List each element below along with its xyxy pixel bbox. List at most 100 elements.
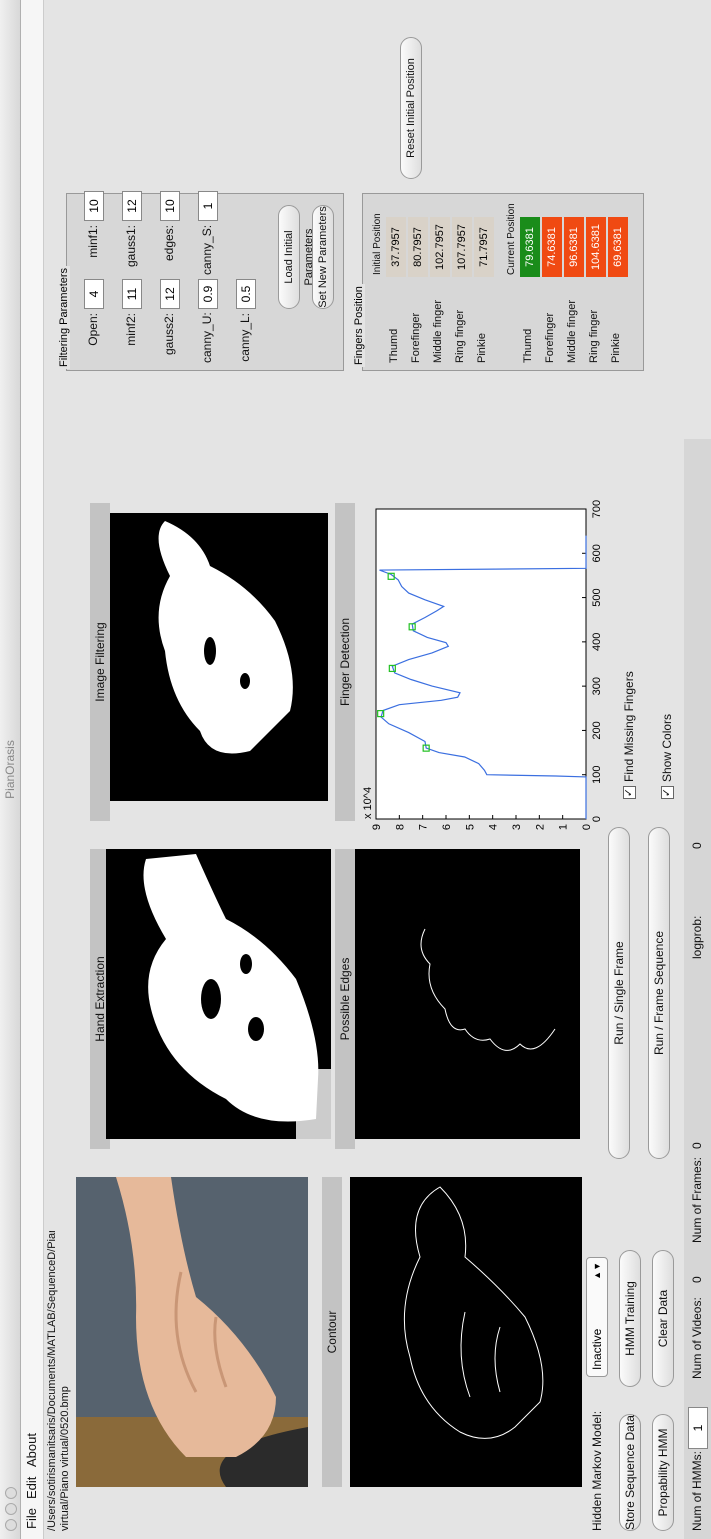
find-missing-fingers-checkbox[interactable]: ✓ Find Missing Fingers (622, 671, 637, 799)
param-input-7[interactable]: 1 (198, 191, 218, 221)
y-tick-label: 2 (534, 824, 546, 830)
y-tick-label: 7 (418, 824, 430, 830)
finger-current-value: 96.6381 (564, 217, 584, 277)
x-tick-label: 300 (591, 677, 603, 695)
possible-edges-image (420, 928, 556, 1051)
y-tick-label: 8 (394, 824, 406, 830)
y-multiplier-label: x 10^4 (362, 787, 374, 819)
finger-name-initial: Thumd (388, 328, 400, 363)
x-tick-label: 700 (591, 500, 603, 518)
finger-name-current: Thumd (522, 328, 534, 363)
current-position-label: Current Position (506, 203, 517, 275)
camera-frame-image (76, 1177, 308, 1487)
app-window: PianOrasis File Edit About /Users/sotiri… (0, 0, 711, 1539)
probability-hmm-button[interactable]: Propability HMM (652, 1414, 674, 1531)
num-videos-value: 0 (690, 1276, 704, 1283)
finger-current-value: 79.6381 (520, 217, 540, 277)
finger-current-value: 74.6381 (542, 217, 562, 277)
y-tick-label: 5 (464, 824, 476, 830)
finger-initial-value: 102.7957 (430, 217, 450, 277)
contour-header: Contour (322, 1177, 342, 1487)
finger-name-initial: Middle finger (432, 300, 444, 363)
param-label-7: canny_S: (200, 224, 214, 275)
window-title: PianOrasis (3, 740, 17, 799)
finger-detection-header: Finger Detection (335, 503, 355, 821)
set-new-parameters-button[interactable]: Set New Parameters (312, 205, 334, 309)
file-path: /Users/sotirismanitsaris/Documents/MATLA… (46, 1231, 71, 1531)
param-input-6[interactable]: 0.9 (198, 279, 218, 309)
finger-name-current: Middle finger (566, 300, 578, 363)
param-label-8: canny_L: (238, 313, 252, 362)
x-tick-label: 0 (591, 816, 603, 822)
finger-detection-plot: 0 100 200 300 400 500 600 700 0 1 2 3 4 5 6 7 8 9 x 10^4 (362, 500, 603, 830)
contour-panel (350, 1177, 582, 1487)
reset-initial-position-button[interactable]: Reset Initial Position (400, 37, 422, 179)
run-single-frame-button[interactable]: Run / Single Frame (608, 827, 630, 1159)
param-input-5[interactable]: 10 (160, 191, 180, 221)
initial-position-label: Initial Position (372, 213, 383, 275)
image-filtering-image (158, 521, 293, 754)
finger-name-initial: Ring finger (454, 309, 466, 363)
param-input-2[interactable]: 11 (122, 279, 142, 309)
logprob-label: logprob: (690, 915, 704, 959)
menu-edit[interactable]: Edit (24, 1477, 39, 1499)
y-tick-label: 6 (441, 824, 453, 830)
hmm-label: Hidden Markov Model: (590, 1410, 604, 1531)
x-tick-label: 600 (591, 544, 603, 562)
param-input-1[interactable]: 10 (84, 191, 104, 221)
num-hmms-input[interactable]: 1 (688, 1407, 708, 1449)
finger-current-value: 69.6381 (608, 217, 628, 277)
finger-current-value: 104.6381 (586, 217, 606, 277)
checkbox-checked-icon[interactable]: ✓ (661, 786, 675, 799)
menu-about[interactable]: About (24, 1433, 39, 1467)
x-tick-label: 500 (591, 588, 603, 606)
clear-data-button[interactable]: Clear Data (652, 1250, 674, 1387)
param-label-5: edges: (162, 225, 176, 262)
finger-initial-value: 37.7957 (386, 217, 406, 277)
num-hmms-label: Num of HMMs: (690, 1450, 704, 1531)
checkbox-checked-icon[interactable]: ✓ (623, 786, 637, 799)
title-bar: PianOrasis (0, 0, 21, 1539)
logprob-value: 0 (690, 842, 704, 849)
num-videos-label: Num of Videos: (690, 1297, 704, 1379)
param-label-6: canny_U: (200, 312, 214, 363)
menu-bar: File Edit About (21, 0, 44, 1539)
y-tick-label: 0 (581, 824, 593, 830)
chevron-updown-icon: ▲▼ (592, 1262, 602, 1280)
param-input-3[interactable]: 12 (122, 191, 142, 221)
finger-initial-value: 107.7957 (452, 217, 472, 277)
hand-extraction-image (143, 854, 331, 1139)
show-colors-checkbox[interactable]: ✓ Show Colors (660, 713, 675, 799)
contour-image (403, 1186, 544, 1439)
run-frame-sequence-button[interactable]: Run / Frame Sequence (648, 827, 670, 1159)
y-tick-label: 9 (371, 824, 383, 830)
menu-file[interactable]: File (24, 1508, 39, 1529)
store-sequence-button[interactable]: Store Sequence Data (619, 1414, 641, 1531)
show-colors-label: Show Colors (660, 713, 674, 782)
y-tick-label: 1 (558, 824, 570, 830)
x-tick-label: 200 (591, 721, 603, 739)
param-label-4: gauss2: (162, 313, 176, 356)
finger-initial-value: 80.7957 (408, 217, 428, 277)
param-input-4[interactable]: 12 (160, 279, 180, 309)
hmm-training-button[interactable]: HMM Training (619, 1250, 641, 1387)
y-tick-label: 3 (511, 824, 523, 830)
hmm-select[interactable]: Inactive ▲▼ (586, 1257, 608, 1377)
plot-area (375, 508, 587, 820)
y-tick-label: 4 (488, 824, 500, 830)
finger-name-current: Pinkie (610, 333, 622, 363)
param-input-8[interactable]: 0.5 (236, 279, 256, 309)
load-initial-parameters-button[interactable]: Load Initial Parameters (278, 205, 315, 309)
finger-name-initial: Forefinger (410, 312, 422, 363)
finger-name-current: Forefinger (544, 312, 556, 363)
hand-extraction-panel (106, 849, 331, 1139)
x-tick-label: 400 (591, 633, 603, 651)
possible-edges-panel (355, 849, 580, 1139)
filtering-parameters-legend: Filtering Parameters (58, 265, 70, 369)
param-label-3: gauss1: (124, 225, 138, 268)
num-frames-label: Num of Frames: (690, 1156, 704, 1243)
x-tick-label: 100 (591, 766, 603, 784)
param-input-0[interactable]: 4 (84, 279, 104, 309)
param-label-2: minf2: (124, 313, 138, 346)
param-label-0: Open: (86, 313, 100, 346)
